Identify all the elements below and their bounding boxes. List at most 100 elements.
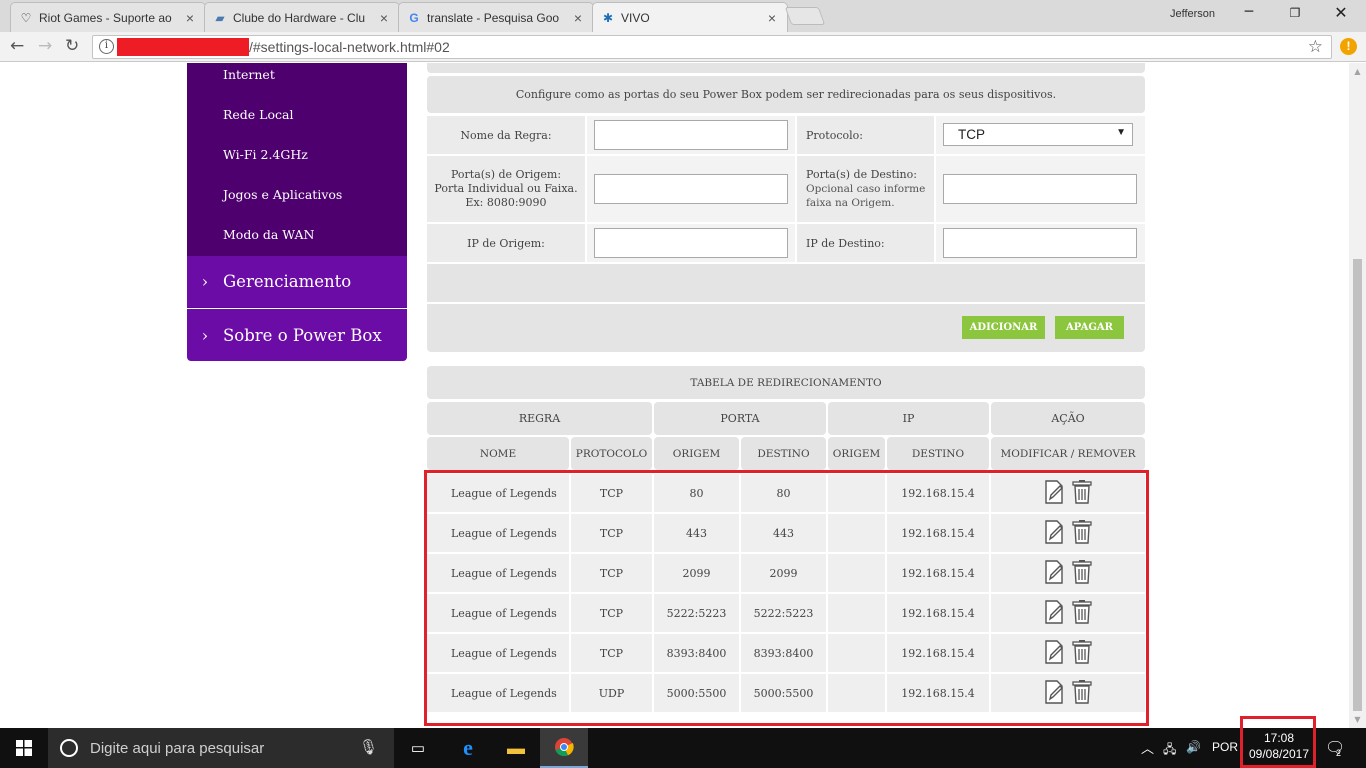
tab-title: Clube do Hardware - Clu [233,10,366,25]
search-placeholder: Digite aqui para pesquisar [90,739,265,757]
menu-label: Sobre o Power Box [223,325,382,345]
table-title: TABELA DE REDIRECIONAMENTO [427,366,1145,399]
origin-ports-input[interactable] [594,174,788,204]
close-tab-icon[interactable]: × [765,10,779,26]
bookmark-star-icon[interactable]: ☆ [1308,37,1323,57]
origin-ports-example: Ex: 8080:9090 [465,196,547,209]
info-icon[interactable]: i [99,39,114,54]
origin-ports-label: Porta(s) de Origem: [450,168,562,181]
heart-icon: ♡ [20,10,32,25]
col-header-nome: NOME [427,437,569,470]
form-spacer [427,264,1145,302]
rule-name-input[interactable] [594,120,788,150]
submenu: Internet Rede Local Wi-Fi 2.4GHz Jogos e… [187,63,407,256]
dest-ports-hint-2: faixa na Origem. [806,197,895,209]
col-header-porta-origem: ORIGEM [654,437,739,470]
dest-ports-label-cell: Porta(s) de Destino: Opcional caso infor… [797,156,934,222]
windows-taskbar: Digite aqui para pesquisar 🎙 ▭ e ▬ ︿ 🖧 🔊… [0,728,1366,768]
menu-item-jogos[interactable]: Jogos e Aplicativos [223,187,342,202]
close-tab-icon[interactable]: × [377,10,391,26]
volume-icon[interactable]: 🔊 [1186,740,1201,754]
chevron-right-icon: › [201,325,209,345]
rule-name-label: Nome da Regra: [427,116,585,154]
address-bar[interactable]: i /#settings-local-network.html#02 ☆ [92,35,1332,59]
taskbar-search[interactable]: Digite aqui para pesquisar 🎙 [48,728,394,768]
menu-item-rede-local[interactable]: Rede Local [223,107,293,122]
chip-icon: ▰ [215,10,225,25]
menu-item-gerenciamento[interactable]: › Gerenciamento [187,256,407,308]
group-header-porta: PORTA [654,402,826,435]
forward-icon[interactable]: → [38,36,52,56]
origin-ip-label: IP de Origem: [427,224,585,262]
network-icon[interactable]: 🖧 [1163,740,1176,761]
protocol-select[interactable]: TCP ▼ [943,123,1133,146]
group-header-regra: REGRA [427,402,652,435]
chevron-up-icon[interactable]: ︿ [1141,738,1154,757]
cortana-icon [60,739,78,757]
page-viewport: Internet Rede Local Wi-Fi 2.4GHz Jogos e… [0,63,1366,728]
file-explorer-icon[interactable]: ▬ [492,728,540,768]
menu-item-sobre[interactable]: › Sobre o Power Box [187,309,407,361]
menu-item-internet[interactable]: Internet [223,67,275,82]
clock-highlight-box [1240,716,1316,768]
close-window-icon[interactable]: ✕ [1326,3,1356,22]
group-header-acao: AÇÃO [991,402,1145,435]
browser-tab-strip: ♡ Riot Games - Suporte ao × ▰ Clube do H… [0,0,1366,32]
language-indicator[interactable]: POR [1212,740,1238,754]
protocol-selected-value: TCP [958,127,985,142]
col-header-porta-destino: DESTINO [741,437,826,470]
browser-toolbar: ← → ↻ i /#settings-local-network.html#02… [0,32,1366,62]
dest-ip-label: IP de Destino: [797,224,934,262]
dropdown-arrow-icon: ▼ [1116,127,1126,138]
new-tab-button[interactable] [784,7,826,25]
side-menu: Internet Rede Local Wi-Fi 2.4GHz Jogos e… [187,63,407,361]
protocol-label: Protocolo: [797,116,934,154]
menu-item-wifi[interactable]: Wi-Fi 2.4GHz [223,147,308,162]
url-text: /#settings-local-network.html#02 [249,39,450,55]
form-description: Configure como as portas do seu Power Bo… [427,76,1145,113]
reload-icon[interactable]: ↻ [65,36,79,56]
col-header-ip-destino: DESTINO [887,437,989,470]
col-header-ip-origem: ORIGEM [828,437,885,470]
close-tab-icon[interactable]: × [183,10,197,26]
scroll-down-icon[interactable]: ▼ [1349,711,1366,728]
menu-item-modo-wan[interactable]: Modo da WAN [223,227,314,242]
close-tab-icon[interactable]: × [571,10,585,26]
redacted-host [117,38,249,56]
tab-title: Riot Games - Suporte ao [39,10,172,25]
browser-tab-riot[interactable]: ♡ Riot Games - Suporte ao × [10,2,206,32]
task-view-icon[interactable]: ▭ [394,728,442,768]
highlight-box [424,470,1149,726]
tab-title: translate - Pesquisa Goo [427,10,560,25]
edge-icon[interactable]: e [444,728,492,768]
back-icon[interactable]: ← [10,36,24,56]
col-header-acao: MODIFICAR / REMOVER [991,437,1145,470]
scroll-up-icon[interactable]: ▲ [1349,63,1366,80]
google-icon: G [409,10,419,25]
chrome-icon[interactable] [540,728,588,768]
browser-tab-clube[interactable]: ▰ Clube do Hardware - Clu × [204,2,400,32]
col-header-protocolo: PROTOCOLO [571,437,652,470]
browser-tab-translate[interactable]: G translate - Pesquisa Goo × [398,2,594,32]
scroll-thumb[interactable] [1353,259,1362,711]
profile-name[interactable]: Jefferson [1170,8,1215,20]
minimize-icon[interactable]: ─ [1234,4,1264,20]
dest-ports-input[interactable] [943,174,1137,204]
notifications-count: 2 [1336,748,1342,758]
chevron-right-icon: › [201,272,209,291]
tab-title: VIVO [621,10,650,25]
add-button[interactable]: ADICIONAR [962,316,1045,339]
restore-icon[interactable]: ❐ [1280,6,1310,20]
microphone-icon[interactable]: 🎙 [359,738,378,756]
clear-button[interactable]: APAGAR [1055,316,1124,339]
page-scrollbar[interactable]: ▲ ▼ [1349,63,1366,728]
group-header-ip: IP [828,402,989,435]
browser-tab-vivo[interactable]: ✱ VIVO × [592,2,788,32]
origin-ports-label-cell: Porta(s) de Origem: Porta Individual ou … [427,156,585,222]
chrome-alert-icon[interactable]: ! [1340,38,1357,55]
dest-ports-hint: Opcional caso informe [806,183,926,195]
origin-ip-input[interactable] [594,228,788,258]
panel-top-edge [427,63,1145,73]
windows-start-icon[interactable] [0,728,48,768]
dest-ip-input[interactable] [943,228,1137,258]
